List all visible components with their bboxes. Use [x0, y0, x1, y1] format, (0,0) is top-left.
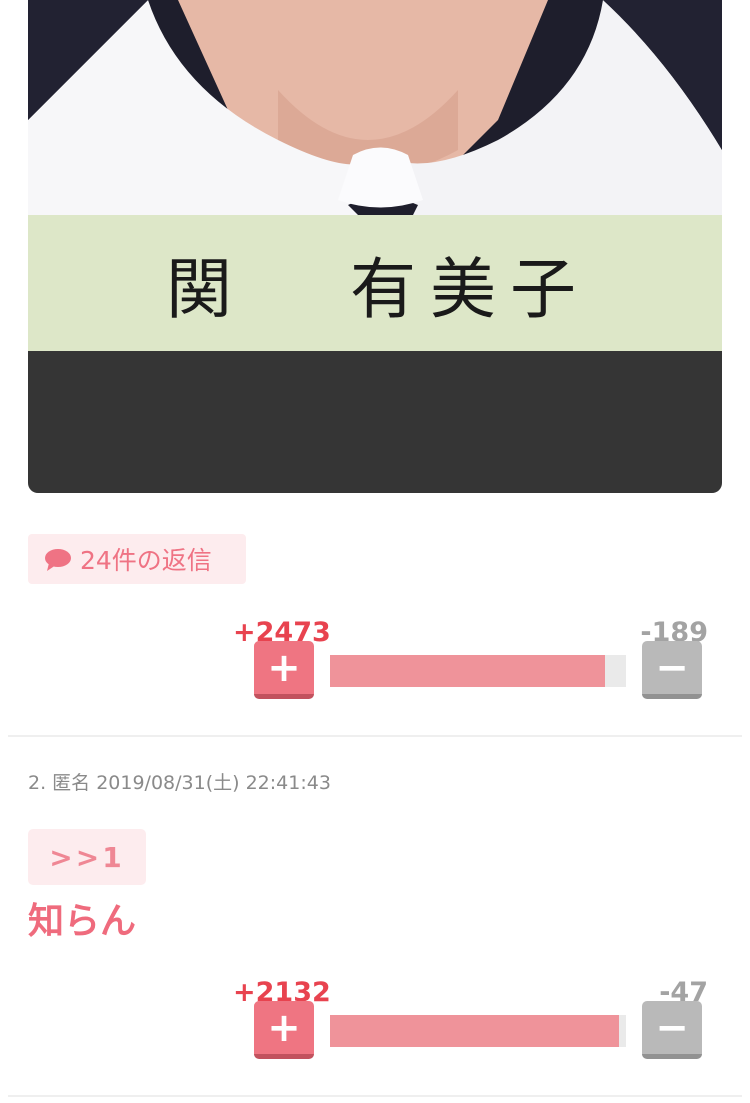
divider	[8, 735, 742, 737]
replies-label: 24件の返信	[80, 546, 212, 575]
post1-vote-row: +2473 -189 + −	[0, 617, 750, 717]
nameplate-surname: 関	[166, 251, 232, 328]
post-image[interactable]: 関 有美子	[28, 0, 722, 493]
minus-button[interactable]: −	[642, 1001, 702, 1059]
vote-ratio-fill	[330, 1015, 620, 1047]
vote-ratio-fill	[330, 655, 605, 687]
nameplate-name: 関 有美子	[28, 250, 722, 330]
plus-icon: +	[267, 1005, 301, 1051]
photo-portrait	[28, 0, 722, 215]
minus-button[interactable]: −	[642, 641, 702, 699]
replies-button[interactable]: 24件の返信	[28, 534, 246, 584]
minus-icon: −	[655, 645, 689, 691]
comment-body: 知らん	[28, 901, 137, 942]
divider	[8, 1095, 742, 1097]
plus-button[interactable]: +	[254, 641, 314, 699]
vote-ratio-bar	[330, 1015, 626, 1047]
minus-icon: −	[655, 1005, 689, 1051]
nameplate-given-name: 有美子	[350, 251, 590, 328]
speech-bubble-icon	[44, 548, 71, 571]
vote-ratio-bar	[330, 655, 626, 687]
comment-meta: 2. 匿名 2019/08/31(土) 22:41:43	[28, 772, 331, 794]
reply-anchor-link[interactable]: >>1	[28, 829, 146, 885]
plus-button[interactable]: +	[254, 1001, 314, 1059]
plus-icon: +	[267, 645, 301, 691]
post2-vote-row: +2132 -47 + −	[0, 977, 750, 1077]
